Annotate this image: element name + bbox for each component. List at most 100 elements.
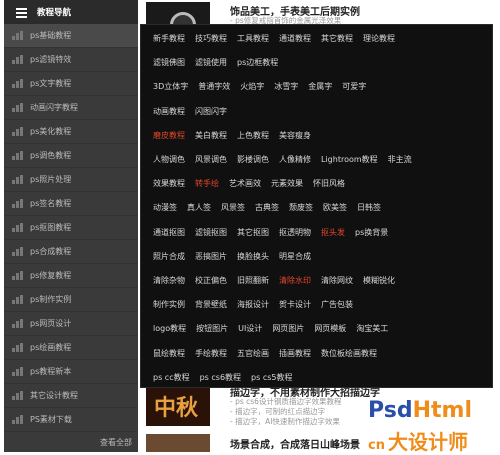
menu-link[interactable]: 颓废签 [289,202,313,213]
menu-link[interactable]: 日韩签 [357,202,381,213]
sidebar-item[interactable]: PS素材下载 [4,408,138,432]
menu-link[interactable]: 效果教程 [153,178,185,189]
menu-link[interactable]: 广告包装 [321,299,353,310]
menu-link[interactable]: 旧照翻新 [237,275,269,286]
sidebar-item[interactable]: 其它设计教程 [4,384,138,408]
menu-link[interactable]: 风景调色 [195,154,227,165]
sidebar-item[interactable]: ps签名教程 [4,192,138,216]
menu-link[interactable]: 照片合成 [153,251,185,262]
menu-link[interactable]: 真人签 [187,202,211,213]
calligraphy-thumbnail[interactable]: 中秋 [146,382,210,426]
menu-link[interactable]: 理论教程 [363,33,395,44]
menu-link[interactable]: 恶搞图片 [195,251,227,262]
menu-link[interactable]: 人物调色 [153,154,185,165]
view-all-link[interactable]: 查看全部 [100,437,132,448]
menu-link[interactable]: 抠头发 [321,227,345,238]
sidebar-item[interactable]: ps文字教程 [4,72,138,96]
menu-link[interactable]: 新手教程 [153,33,185,44]
menu-link[interactable]: 通道抠图 [153,227,185,238]
menu-link[interactable]: ps cs5教程 [251,372,292,383]
menu-link[interactable]: 网页模板 [314,323,346,334]
sidebar-item-label: ps照片处理 [30,175,72,184]
menu-link[interactable]: 工具教程 [237,33,269,44]
menu-link[interactable]: 3D立体字 [153,81,188,92]
sidebar-item[interactable]: ps滤镜特效 [4,48,138,72]
sidebar-item[interactable]: ps合成教程 [4,240,138,264]
menu-link[interactable]: 鼠绘教程 [153,348,185,359]
menu-link[interactable]: 滤镜佛图 [153,57,185,68]
sidebar-item[interactable]: ps基础教程 [4,24,138,48]
menu-link[interactable]: 古典签 [255,202,279,213]
menu-link[interactable]: 冰雪字 [274,81,298,92]
menu-link[interactable]: 上色教程 [237,130,269,141]
menu-link[interactable]: 数位板绘画教程 [321,348,377,359]
menu-link[interactable]: 元素效果 [271,178,303,189]
sidebar-item[interactable]: 动画闪字教程 [4,96,138,120]
article-subtitle[interactable]: - 描边字，AI快速制作描边字效果 [230,416,340,427]
menu-link[interactable]: ps cs6教程 [200,372,241,383]
menu-link[interactable]: 风景签 [221,202,245,213]
menu-link[interactable]: 影楼调色 [237,154,269,165]
menu-link[interactable]: 可爱字 [342,81,366,92]
menu-link[interactable]: 动漫签 [153,202,177,213]
menu-link[interactable]: 清除杂物 [153,275,185,286]
sidebar-item[interactable]: ps修复教程 [4,264,138,288]
menu-link[interactable]: 背景壁纸 [195,299,227,310]
menu-link[interactable]: 美容瘦身 [279,130,311,141]
menu-link[interactable]: 滤镜抠图 [195,227,227,238]
menu-link[interactable]: 制作实例 [153,299,185,310]
menu-link[interactable]: 贺卡设计 [279,299,311,310]
landscape-thumbnail[interactable] [146,434,210,452]
menu-link[interactable]: 滤镜使用 [195,57,227,68]
menu-link[interactable]: 人像精修 [279,154,311,165]
menu-link[interactable]: ps换背景 [355,227,388,238]
menu-link[interactable]: 怀旧风格 [313,178,345,189]
menu-link[interactable]: ps cc教程 [153,372,190,383]
menu-link[interactable]: 普通字效 [198,81,230,92]
menu-link[interactable]: 欧美签 [323,202,347,213]
menu-link[interactable]: UI设计 [238,323,262,334]
sidebar-item[interactable]: ps绘画教程 [4,336,138,360]
menu-link[interactable]: 其它抠图 [237,227,269,238]
menu-link[interactable]: 转手绘 [195,178,219,189]
menu-link[interactable]: logo教程 [153,323,186,334]
menu-link[interactable]: 五官绘画 [237,348,269,359]
menu-link[interactable]: 换脸换头 [237,251,269,262]
menu-link[interactable]: 明星合成 [279,251,311,262]
menu-link[interactable]: 清除网纹 [321,275,353,286]
sidebar-item-label: ps修复教程 [30,271,72,280]
menu-link[interactable]: 艺术画效 [229,178,261,189]
menu-link[interactable]: 美白教程 [195,130,227,141]
article-title[interactable]: 场景合成，合成落日山峰场景 [230,436,360,451]
menu-link[interactable]: ps边框教程 [237,57,278,68]
menu-link[interactable]: 抠透明物 [279,227,311,238]
sidebar-item[interactable]: ps照片处理 [4,168,138,192]
menu-link[interactable]: 清除水印 [279,275,311,286]
menu-link[interactable]: 手绘教程 [195,348,227,359]
menu-link[interactable]: 磨皮教程 [153,130,185,141]
sidebar-item[interactable]: ps制作实例 [4,288,138,312]
menu-link[interactable]: 非主流 [388,154,412,165]
menu-link[interactable]: 海报设计 [237,299,269,310]
menu-link[interactable]: 动画教程 [153,106,185,117]
menu-link[interactable]: 校正偏色 [195,275,227,286]
menu-link[interactable]: 插画教程 [279,348,311,359]
menu-row: 通道抠图 滤镜抠图 其它抠图 抠透明物 抠头发 ps换背景 [153,227,388,238]
menu-link[interactable]: 其它教程 [321,33,353,44]
menu-link[interactable]: 通道教程 [279,33,311,44]
sidebar-item[interactable]: ps美化教程 [4,120,138,144]
menu-link[interactable]: Lightroom教程 [321,154,378,165]
menu-link[interactable]: 模糊锐化 [363,275,395,286]
menu-link[interactable]: 网页图片 [272,323,304,334]
menu-link[interactable]: 按钮图片 [196,323,228,334]
sidebar-item[interactable]: ps教程新本 [4,360,138,384]
menu-link[interactable]: 金属字 [308,81,332,92]
sidebar-item-label: PS素材下载 [30,415,72,424]
menu-link[interactable]: 淘宝美工 [356,323,388,334]
menu-link[interactable]: 技巧教程 [195,33,227,44]
sidebar-item[interactable]: ps调色教程 [4,144,138,168]
sidebar-item[interactable]: ps抠图教程 [4,216,138,240]
sidebar-item[interactable]: ps网页设计 [4,312,138,336]
menu-link[interactable]: 火焰字 [240,81,264,92]
menu-link[interactable]: 闪图闪字 [195,106,227,117]
